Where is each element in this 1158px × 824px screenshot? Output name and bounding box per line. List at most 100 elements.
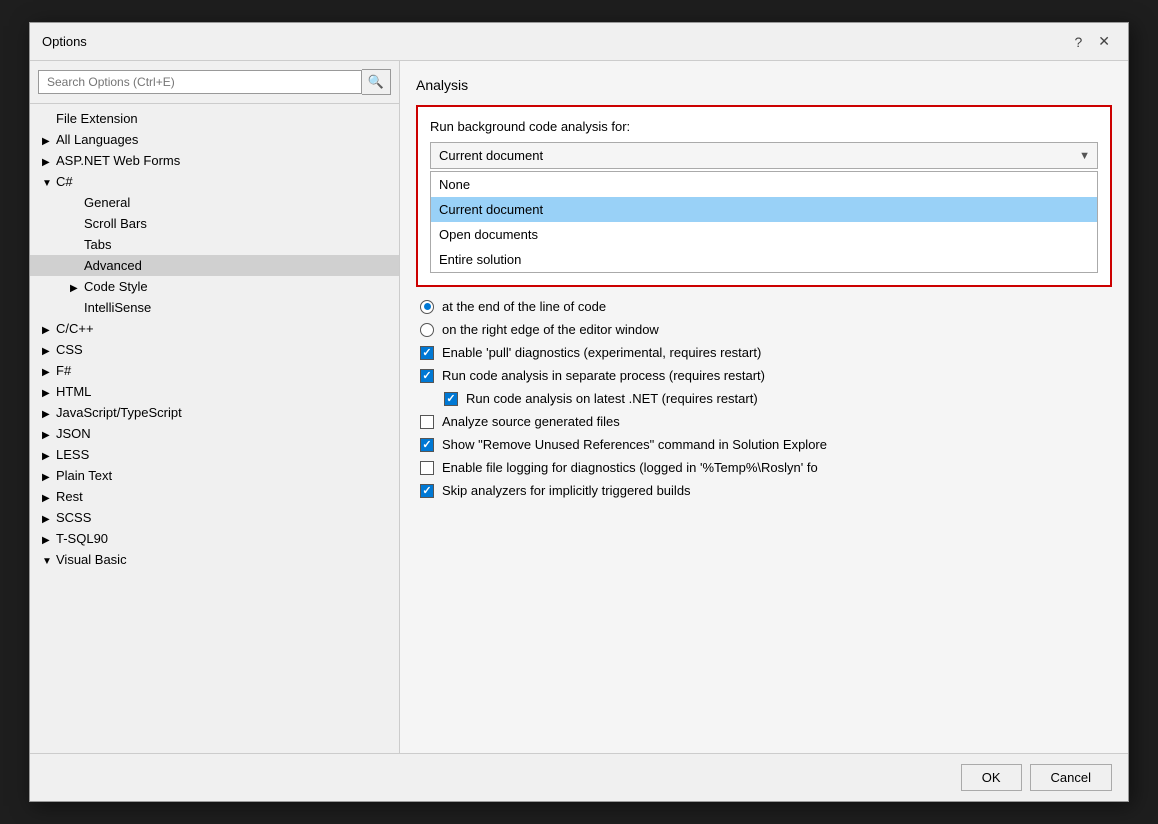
dropdown-option-entire-solution[interactable]: Entire solution — [431, 247, 1097, 272]
analysis-box: Run background code analysis for: Curren… — [416, 105, 1112, 287]
checkbox-file-logging[interactable] — [420, 461, 434, 475]
sidebar-item-scss[interactable]: ▶SCSS — [30, 507, 399, 528]
tree-item-label: HTML — [56, 384, 91, 399]
tree-arrow-icon: ▶ — [42, 535, 54, 546]
tree-item-label: Rest — [56, 489, 83, 504]
tree-item-label: File Extension — [56, 111, 138, 126]
sidebar-item-plain-text[interactable]: ▶Plain Text — [30, 465, 399, 486]
tree-item-label: JSON — [56, 426, 91, 441]
cancel-button[interactable]: Cancel — [1030, 764, 1112, 791]
radio-end-of-line[interactable] — [420, 300, 434, 314]
tree-arrow-icon: ▶ — [42, 367, 54, 378]
sidebar-item-cpp[interactable]: ▶C/C++ — [30, 318, 399, 339]
tree-arrow-icon: ▶ — [42, 325, 54, 336]
sidebar-item-all-languages[interactable]: ▶All Languages — [30, 129, 399, 150]
tree-item-label: Scroll Bars — [84, 216, 147, 231]
checkbox-label-latest-dotnet: Run code analysis on latest .NET (requir… — [466, 391, 758, 406]
dialog-footer: OK Cancel — [30, 753, 1128, 801]
tree-arrow-icon: ▼ — [42, 178, 54, 189]
sidebar-item-csharp-intellisense[interactable]: IntelliSense — [30, 297, 399, 318]
close-button[interactable]: ✕ — [1092, 31, 1116, 52]
checkbox-latest-dotnet[interactable]: ✓ — [444, 392, 458, 406]
checkbox-row-pull-diagnostics: ✓ Enable 'pull' diagnostics (experimental… — [416, 345, 1112, 360]
checkbox-row-separate-process: ✓ Run code analysis in separate process (… — [416, 368, 1112, 383]
search-icon-button[interactable]: 🔍 — [362, 69, 391, 95]
radio-label-end-of-line: at the end of the line of code — [442, 299, 606, 314]
checkbox-label-file-logging: Enable file logging for diagnostics (log… — [442, 460, 818, 475]
tree-item-label: ASP.NET Web Forms — [56, 153, 180, 168]
dropdown-option-none[interactable]: None — [431, 172, 1097, 197]
tree-arrow-icon: ▶ — [42, 388, 54, 399]
tree-item-label: General — [84, 195, 130, 210]
radio-row-end-of-line: at the end of the line of code — [416, 299, 1112, 314]
right-scroll: Analysis Run background code analysis fo… — [400, 61, 1128, 753]
checkbox-skip-analyzers[interactable]: ✓ — [420, 484, 434, 498]
tree-item-label: Tabs — [84, 237, 111, 252]
search-bar: 🔍 — [30, 61, 399, 104]
checkbox-remove-unused-refs[interactable]: ✓ — [420, 438, 434, 452]
sidebar-item-fsharp[interactable]: ▶F# — [30, 360, 399, 381]
checkbox-label-pull-diagnostics: Enable 'pull' diagnostics (experimental,… — [442, 345, 761, 360]
checkbox-label-remove-unused-refs: Show "Remove Unused References" command … — [442, 437, 827, 452]
dropdown-container: Current document ▼ — [430, 142, 1098, 169]
checkbox-label-skip-analyzers: Skip analyzers for implicitly triggered … — [442, 483, 691, 498]
sidebar-item-less[interactable]: ▶LESS — [30, 444, 399, 465]
tree-item-label: T-SQL90 — [56, 531, 108, 546]
tree-item-label: Plain Text — [56, 468, 112, 483]
sidebar-item-visual-basic[interactable]: ▼Visual Basic — [30, 549, 399, 570]
sidebar-item-rest[interactable]: ▶Rest — [30, 486, 399, 507]
help-button[interactable]: ? — [1068, 32, 1088, 52]
sidebar-item-csharp-tabs[interactable]: Tabs — [30, 234, 399, 255]
sidebar-item-html[interactable]: ▶HTML — [30, 381, 399, 402]
tree-arrow-icon: ▶ — [42, 493, 54, 504]
tree-arrow-icon: ▶ — [42, 472, 54, 483]
checkbox-pull-diagnostics[interactable]: ✓ — [420, 346, 434, 360]
sidebar-item-csharp-advanced[interactable]: Advanced — [30, 255, 399, 276]
checkbox-row-source-generated: Analyze source generated files — [416, 414, 1112, 429]
radio-right-edge[interactable] — [420, 323, 434, 337]
analysis-dropdown[interactable]: Current document — [430, 142, 1098, 169]
radio-row-right-edge: on the right edge of the editor window — [416, 322, 1112, 337]
tree-item-label: C/C++ — [56, 321, 94, 336]
sidebar-item-js-ts[interactable]: ▶JavaScript/TypeScript — [30, 402, 399, 423]
tree-arrow-icon: ▶ — [42, 430, 54, 441]
sidebar-item-csharp-codestyle[interactable]: ▶Code Style — [30, 276, 399, 297]
checkbox-row-remove-unused-refs: ✓ Show "Remove Unused References" command… — [416, 437, 1112, 452]
checkbox-label-separate-process: Run code analysis in separate process (r… — [442, 368, 765, 383]
tree-item-label: SCSS — [56, 510, 91, 525]
checkbox-source-generated[interactable] — [420, 415, 434, 429]
sidebar-item-json[interactable]: ▶JSON — [30, 423, 399, 444]
tree-arrow-icon: ▶ — [42, 514, 54, 525]
sidebar-item-csharp-scrollbars[interactable]: Scroll Bars — [30, 213, 399, 234]
ok-button[interactable]: OK — [961, 764, 1022, 791]
search-input[interactable] — [38, 70, 362, 94]
tree-item-label: LESS — [56, 447, 89, 462]
tree-item-label: IntelliSense — [84, 300, 151, 315]
tree-item-label: Code Style — [84, 279, 148, 294]
title-bar: Options ? ✕ — [30, 23, 1128, 61]
sidebar-item-csharp-general[interactable]: General — [30, 192, 399, 213]
checkbox-label-source-generated: Analyze source generated files — [442, 414, 620, 429]
tree-arrow-icon: ▶ — [42, 451, 54, 462]
sidebar-item-css[interactable]: ▶CSS — [30, 339, 399, 360]
tree-arrow-icon: ▼ — [42, 556, 54, 567]
left-panel: 🔍 File Extension▶All Languages▶ASP.NET W… — [30, 61, 400, 753]
sidebar-item-csharp[interactable]: ▼C# — [30, 171, 399, 192]
sidebar-item-tsql90[interactable]: ▶T-SQL90 — [30, 528, 399, 549]
checkbox-row-skip-analyzers: ✓ Skip analyzers for implicitly triggered… — [416, 483, 1112, 498]
tree-item-label: Advanced — [84, 258, 142, 273]
tree: File Extension▶All Languages▶ASP.NET Web… — [30, 104, 399, 753]
tree-arrow-icon: ▶ — [42, 346, 54, 357]
tree-item-label: All Languages — [56, 132, 138, 147]
checkbox-row-file-logging: Enable file logging for diagnostics (log… — [416, 460, 1112, 475]
radio-label-right-edge: on the right edge of the editor window — [442, 322, 659, 337]
dropdown-option-current-document[interactable]: Current document — [431, 197, 1097, 222]
title-bar-buttons: ? ✕ — [1068, 31, 1116, 52]
dialog-body: 🔍 File Extension▶All Languages▶ASP.NET W… — [30, 61, 1128, 753]
tree-item-label: C# — [56, 174, 73, 189]
checkbox-separate-process[interactable]: ✓ — [420, 369, 434, 383]
dropdown-option-open-documents[interactable]: Open documents — [431, 222, 1097, 247]
sidebar-item-aspnet-web-forms[interactable]: ▶ASP.NET Web Forms — [30, 150, 399, 171]
sidebar-item-file-extension[interactable]: File Extension — [30, 108, 399, 129]
tree-item-label: F# — [56, 363, 71, 378]
